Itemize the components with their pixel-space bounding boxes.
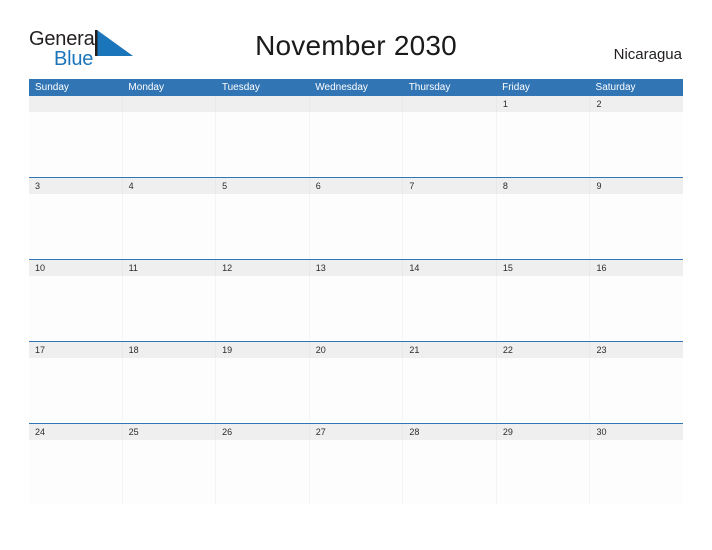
day-number[interactable]: 7 — [403, 178, 497, 194]
weekday-header-monday: Monday — [128, 82, 164, 93]
week-cell-row — [29, 112, 684, 176]
page-header: General Blue November 2030 Nicaragua — [0, 0, 712, 78]
week-cell-row — [29, 276, 684, 340]
day-cell[interactable] — [403, 194, 497, 258]
weekday-header-tuesday: Tuesday — [221, 82, 260, 93]
day-cell[interactable] — [403, 358, 497, 422]
day-number[interactable]: 29 — [497, 424, 591, 440]
day-cell[interactable] — [122, 358, 217, 422]
day-number[interactable]: 13 — [310, 260, 404, 276]
day-cell[interactable] — [309, 358, 404, 422]
day-cell[interactable] — [309, 112, 404, 176]
day-number[interactable]: 10 — [29, 260, 123, 276]
week-daynumber-strip: 17 18 19 20 21 22 23 — [29, 342, 683, 358]
day-cell[interactable] — [496, 440, 591, 504]
day-number[interactable]: 11 — [123, 260, 217, 276]
day-number[interactable]: 17 — [29, 342, 123, 358]
calendar-week-row: 1 2 — [29, 96, 684, 177]
calendar-week-row: 3 4 5 6 7 8 9 — [29, 177, 684, 259]
day-number[interactable]: 15 — [497, 260, 591, 276]
day-number[interactable] — [216, 96, 310, 112]
day-cell[interactable] — [496, 276, 591, 340]
day-cell[interactable] — [122, 194, 217, 258]
day-number[interactable]: 2 — [590, 96, 683, 112]
day-cell[interactable] — [216, 194, 310, 258]
day-number[interactable]: 18 — [123, 342, 217, 358]
week-cell-row — [29, 194, 684, 258]
day-number[interactable] — [310, 96, 404, 112]
day-cell[interactable] — [29, 276, 123, 340]
day-cell[interactable] — [590, 358, 684, 422]
day-cell[interactable] — [309, 440, 404, 504]
day-cell[interactable] — [122, 112, 217, 176]
day-number[interactable]: 6 — [310, 178, 404, 194]
day-number[interactable]: 9 — [590, 178, 683, 194]
day-cell[interactable] — [309, 276, 404, 340]
weekday-header-friday: Friday — [502, 82, 530, 93]
day-number[interactable]: 21 — [403, 342, 497, 358]
day-cell[interactable] — [29, 112, 123, 176]
weekday-header-row: Sunday Monday Tuesday Wednesday Thursday… — [29, 79, 683, 96]
day-cell[interactable] — [496, 194, 591, 258]
day-cell[interactable] — [496, 112, 591, 176]
day-number[interactable] — [123, 96, 217, 112]
day-number[interactable]: 16 — [590, 260, 683, 276]
day-number[interactable]: 3 — [29, 178, 123, 194]
calendar-grid: Sunday Monday Tuesday Wednesday Thursday… — [29, 79, 684, 505]
day-cell[interactable] — [590, 276, 684, 340]
day-number[interactable] — [403, 96, 497, 112]
calendar-week-row: 17 18 19 20 21 22 23 — [29, 341, 684, 423]
day-number[interactable]: 19 — [216, 342, 310, 358]
weekday-header-sunday: Sunday — [35, 82, 69, 93]
day-number[interactable] — [29, 96, 123, 112]
weekday-header-wednesday: Wednesday — [315, 82, 368, 93]
day-number[interactable]: 27 — [310, 424, 404, 440]
week-daynumber-strip: 10 11 12 13 14 15 16 — [29, 260, 683, 276]
day-number[interactable]: 26 — [216, 424, 310, 440]
day-number[interactable]: 28 — [403, 424, 497, 440]
day-cell[interactable] — [29, 440, 123, 504]
day-cell[interactable] — [216, 276, 310, 340]
day-cell[interactable] — [29, 194, 123, 258]
day-number[interactable]: 4 — [123, 178, 217, 194]
day-number[interactable]: 23 — [590, 342, 683, 358]
day-cell[interactable] — [590, 112, 684, 176]
week-cell-row — [29, 440, 684, 504]
weekday-header-thursday: Thursday — [408, 82, 451, 93]
week-daynumber-strip: 1 2 — [29, 96, 683, 112]
day-number[interactable]: 14 — [403, 260, 497, 276]
calendar-page: General Blue November 2030 Nicaragua Sun… — [0, 0, 712, 550]
day-number[interactable]: 12 — [216, 260, 310, 276]
day-number[interactable]: 8 — [497, 178, 591, 194]
day-cell[interactable] — [216, 112, 310, 176]
day-cell[interactable] — [590, 194, 684, 258]
day-cell[interactable] — [122, 440, 217, 504]
day-cell[interactable] — [403, 440, 497, 504]
day-cell[interactable] — [122, 276, 217, 340]
day-number[interactable]: 30 — [590, 424, 683, 440]
day-cell[interactable] — [496, 358, 591, 422]
page-title: November 2030 — [255, 30, 457, 61]
day-number[interactable]: 24 — [29, 424, 123, 440]
week-daynumber-strip: 24 25 26 27 28 29 30 — [29, 424, 683, 440]
day-number[interactable]: 25 — [123, 424, 217, 440]
day-number[interactable]: 20 — [310, 342, 404, 358]
weekday-header-saturday: Saturday — [595, 82, 636, 93]
day-cell[interactable] — [216, 440, 310, 504]
week-cell-row — [29, 358, 684, 422]
day-cell[interactable] — [590, 440, 684, 504]
day-cell[interactable] — [403, 276, 497, 340]
day-cell[interactable] — [309, 194, 404, 258]
week-daynumber-strip: 3 4 5 6 7 8 9 — [29, 178, 683, 194]
region-label: Nicaragua — [613, 46, 682, 63]
day-number[interactable]: 22 — [497, 342, 591, 358]
calendar-week-row: 24 25 26 27 28 29 30 — [29, 423, 684, 505]
day-cell[interactable] — [216, 358, 310, 422]
day-number[interactable]: 5 — [216, 178, 310, 194]
calendar-week-row: 10 11 12 13 14 15 16 — [29, 259, 684, 341]
day-cell[interactable] — [29, 358, 123, 422]
day-cell[interactable] — [403, 112, 497, 176]
day-number[interactable]: 1 — [497, 96, 591, 112]
